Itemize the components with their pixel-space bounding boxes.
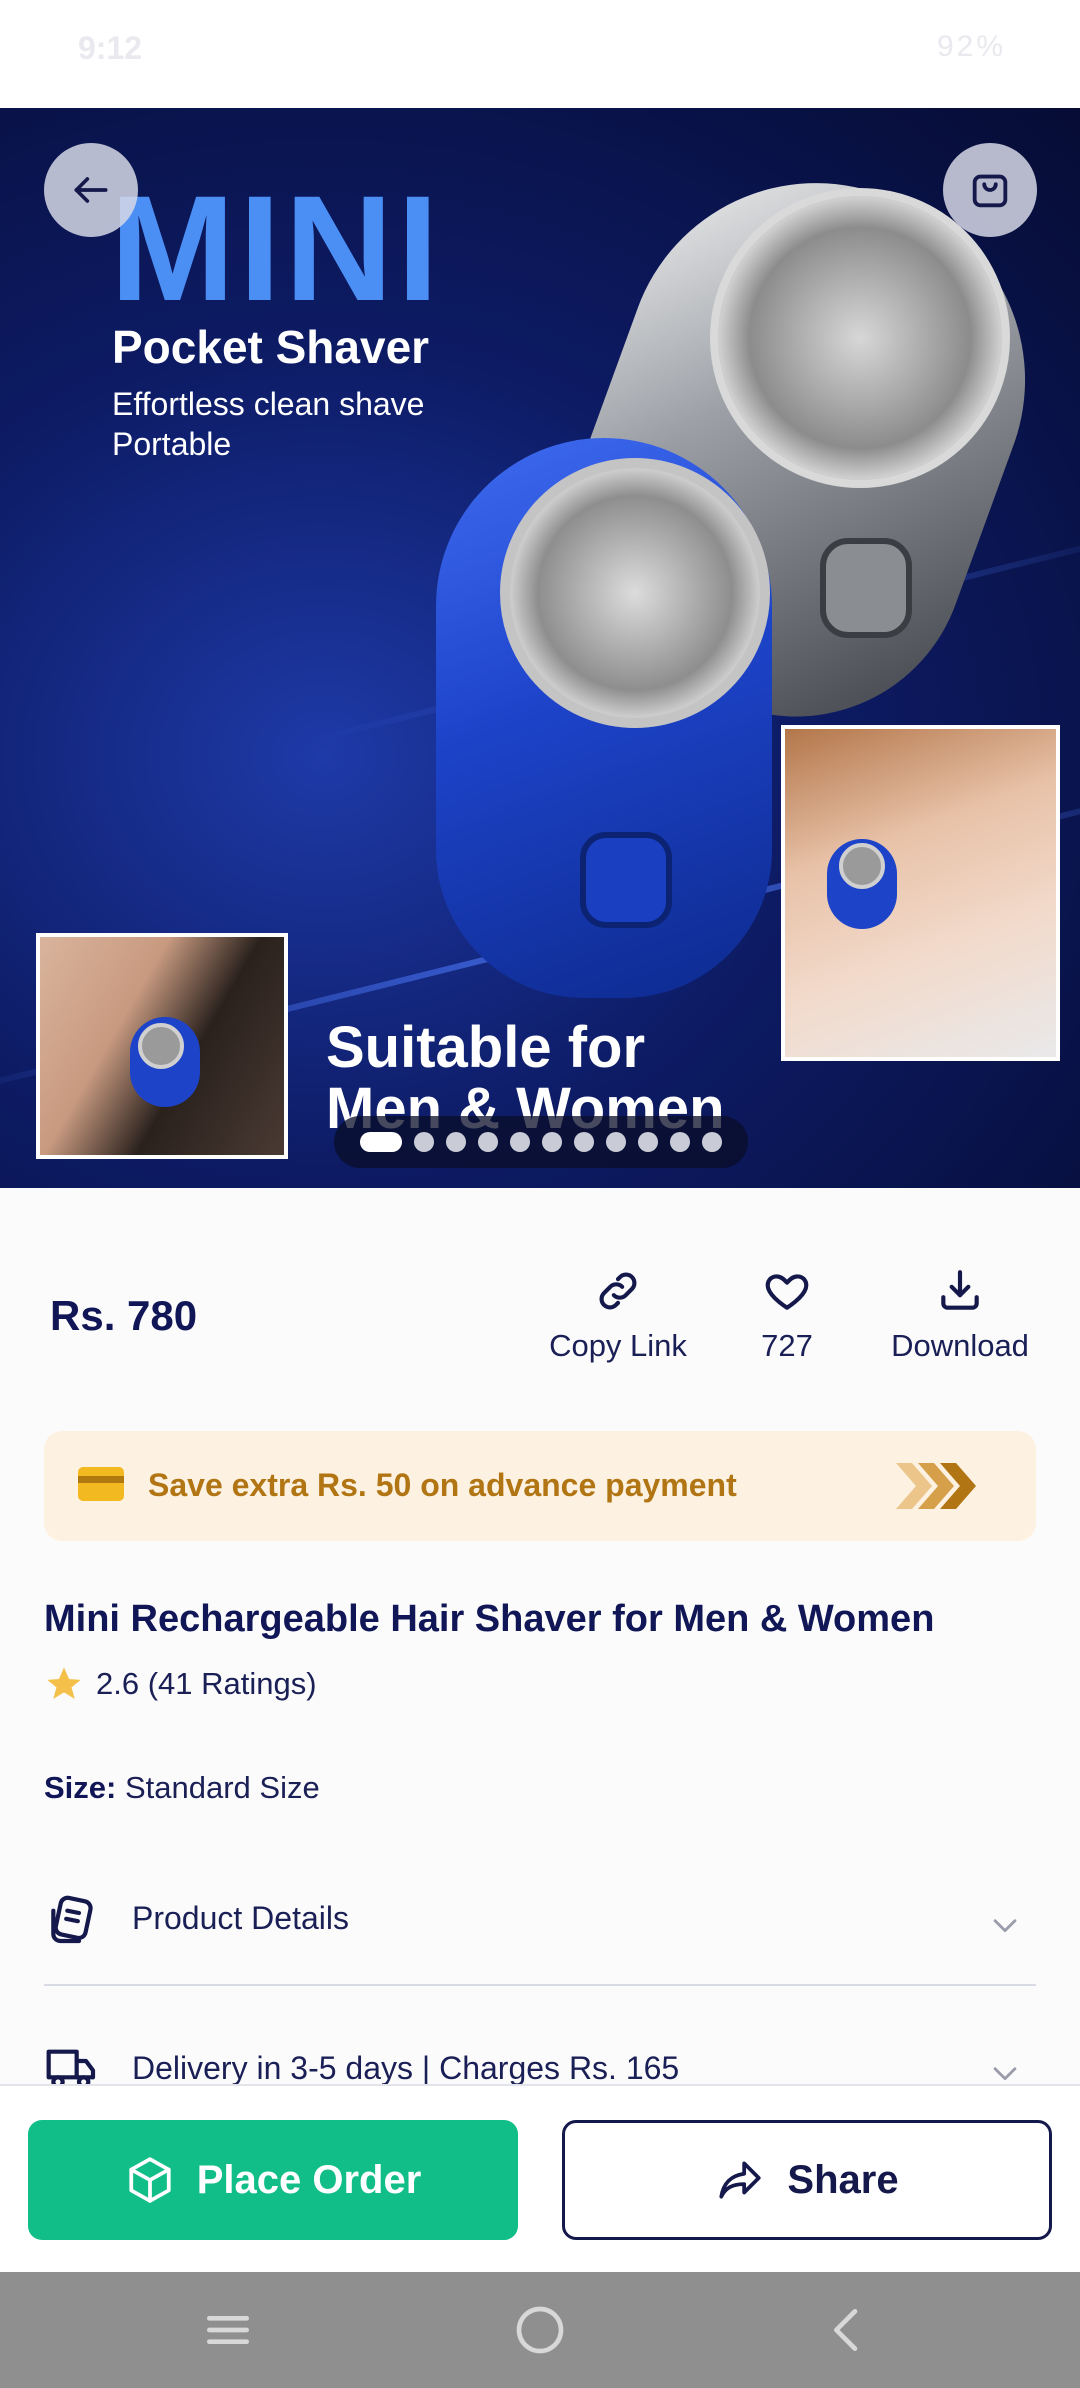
carousel-dot[interactable] <box>606 1132 626 1152</box>
download-icon <box>941 1270 979 1310</box>
carousel-dot[interactable] <box>542 1132 562 1152</box>
delivery-label: Delivery in 3-5 days | Charges Rs. 165 <box>132 2050 680 2086</box>
system-navigation-bar <box>0 2272 1080 2388</box>
recent-apps-icon[interactable] <box>200 2302 256 2358</box>
hero-tagline-1: Effortless clean shave <box>112 386 425 422</box>
blue-shaver-head <box>500 458 770 728</box>
hero-tagline-2: Portable <box>112 426 232 462</box>
credit-card-icon <box>78 1467 124 1501</box>
share-icon <box>719 2161 762 2199</box>
promo-text: Save extra Rs. 50 on advance payment <box>148 1467 737 1503</box>
carousel-dot[interactable] <box>670 1132 690 1152</box>
back-button[interactable] <box>44 143 138 237</box>
link-icon <box>599 1272 637 1310</box>
product-title: Mini Rechargeable Hair Shaver for Men & … <box>44 1598 935 1640</box>
carousel-dot[interactable] <box>702 1132 722 1152</box>
blue-shaver-button <box>580 832 672 928</box>
size-label: Size: <box>44 1770 117 1805</box>
woman-usage-photo <box>781 725 1060 1061</box>
cart-button[interactable] <box>943 143 1037 237</box>
rating-text: 2.6 (41 Ratings) <box>96 1666 317 1701</box>
man-usage-photo <box>36 933 288 1159</box>
carousel-indicator[interactable] <box>334 1116 748 1168</box>
delivery-accordion[interactable]: Delivery in 3-5 days | Charges Rs. 165 <box>44 2026 1036 2086</box>
place-order-label: Place Order <box>196 2157 422 2202</box>
shopping-bag-icon <box>972 174 1008 208</box>
download-button[interactable]: Download <box>872 1266 1048 1364</box>
carousel-dot[interactable] <box>574 1132 594 1152</box>
carousel-dot-active[interactable] <box>360 1132 402 1152</box>
advance-payment-banner[interactable]: Save extra Rs. 50 on advance payment <box>44 1431 1036 1541</box>
silver-shaver-button <box>820 538 912 638</box>
document-icon <box>51 1895 93 1944</box>
carousel-dot[interactable] <box>510 1132 530 1152</box>
product-details-label: Product Details <box>132 1900 349 1936</box>
bottom-action-bar: Place Order Share <box>0 2084 1080 2272</box>
triple-chevron-right-icon <box>896 1463 976 1509</box>
chevron-down-icon <box>993 1919 1017 1933</box>
copy-link-button[interactable]: Copy Link <box>538 1266 698 1364</box>
size-value: Standard Size <box>124 1770 320 1805</box>
carousel-dot[interactable] <box>414 1132 434 1152</box>
product-details-accordion[interactable]: Product Details <box>44 1856 1036 1986</box>
product-rating[interactable]: 2.6 (41 Ratings) <box>44 1664 317 1704</box>
truck-icon <box>46 2049 96 2086</box>
product-price: Rs. 780 <box>50 1292 198 1339</box>
home-icon[interactable] <box>512 2302 568 2358</box>
status-bar: 9:12 92% <box>0 0 1080 108</box>
silver-shaver-head <box>710 188 1010 488</box>
like-count: 727 <box>761 1328 813 1363</box>
chevron-down-icon <box>993 2067 1017 2081</box>
copy-link-label: Copy Link <box>549 1328 687 1363</box>
share-button[interactable]: Share <box>562 2120 1052 2240</box>
download-label: Download <box>891 1328 1029 1363</box>
heart-icon <box>765 1274 809 1310</box>
star-icon <box>47 1667 81 1699</box>
status-time: 9:12 <box>78 30 143 66</box>
arrow-left-icon <box>74 177 108 203</box>
hero-caption-line-1: Suitable for <box>326 1015 646 1080</box>
carousel-dot[interactable] <box>446 1132 466 1152</box>
like-button[interactable]: 727 <box>735 1266 839 1364</box>
share-label: Share <box>787 2157 899 2202</box>
hero-subtitle: Pocket Shaver <box>112 321 430 373</box>
carousel-dot[interactable] <box>478 1132 498 1152</box>
hero-title: MINI <box>110 164 443 332</box>
product-image-carousel[interactable]: MINI Pocket Shaver Effortless clean shav… <box>0 108 1080 1188</box>
carousel-dot[interactable] <box>638 1132 658 1152</box>
place-order-button[interactable]: Place Order <box>28 2120 518 2240</box>
back-nav-icon[interactable] <box>820 2302 876 2358</box>
box-icon <box>129 2157 171 2203</box>
status-battery: 92% <box>936 30 1006 63</box>
size-selector[interactable]: Size: Standard Size <box>44 1770 320 1806</box>
